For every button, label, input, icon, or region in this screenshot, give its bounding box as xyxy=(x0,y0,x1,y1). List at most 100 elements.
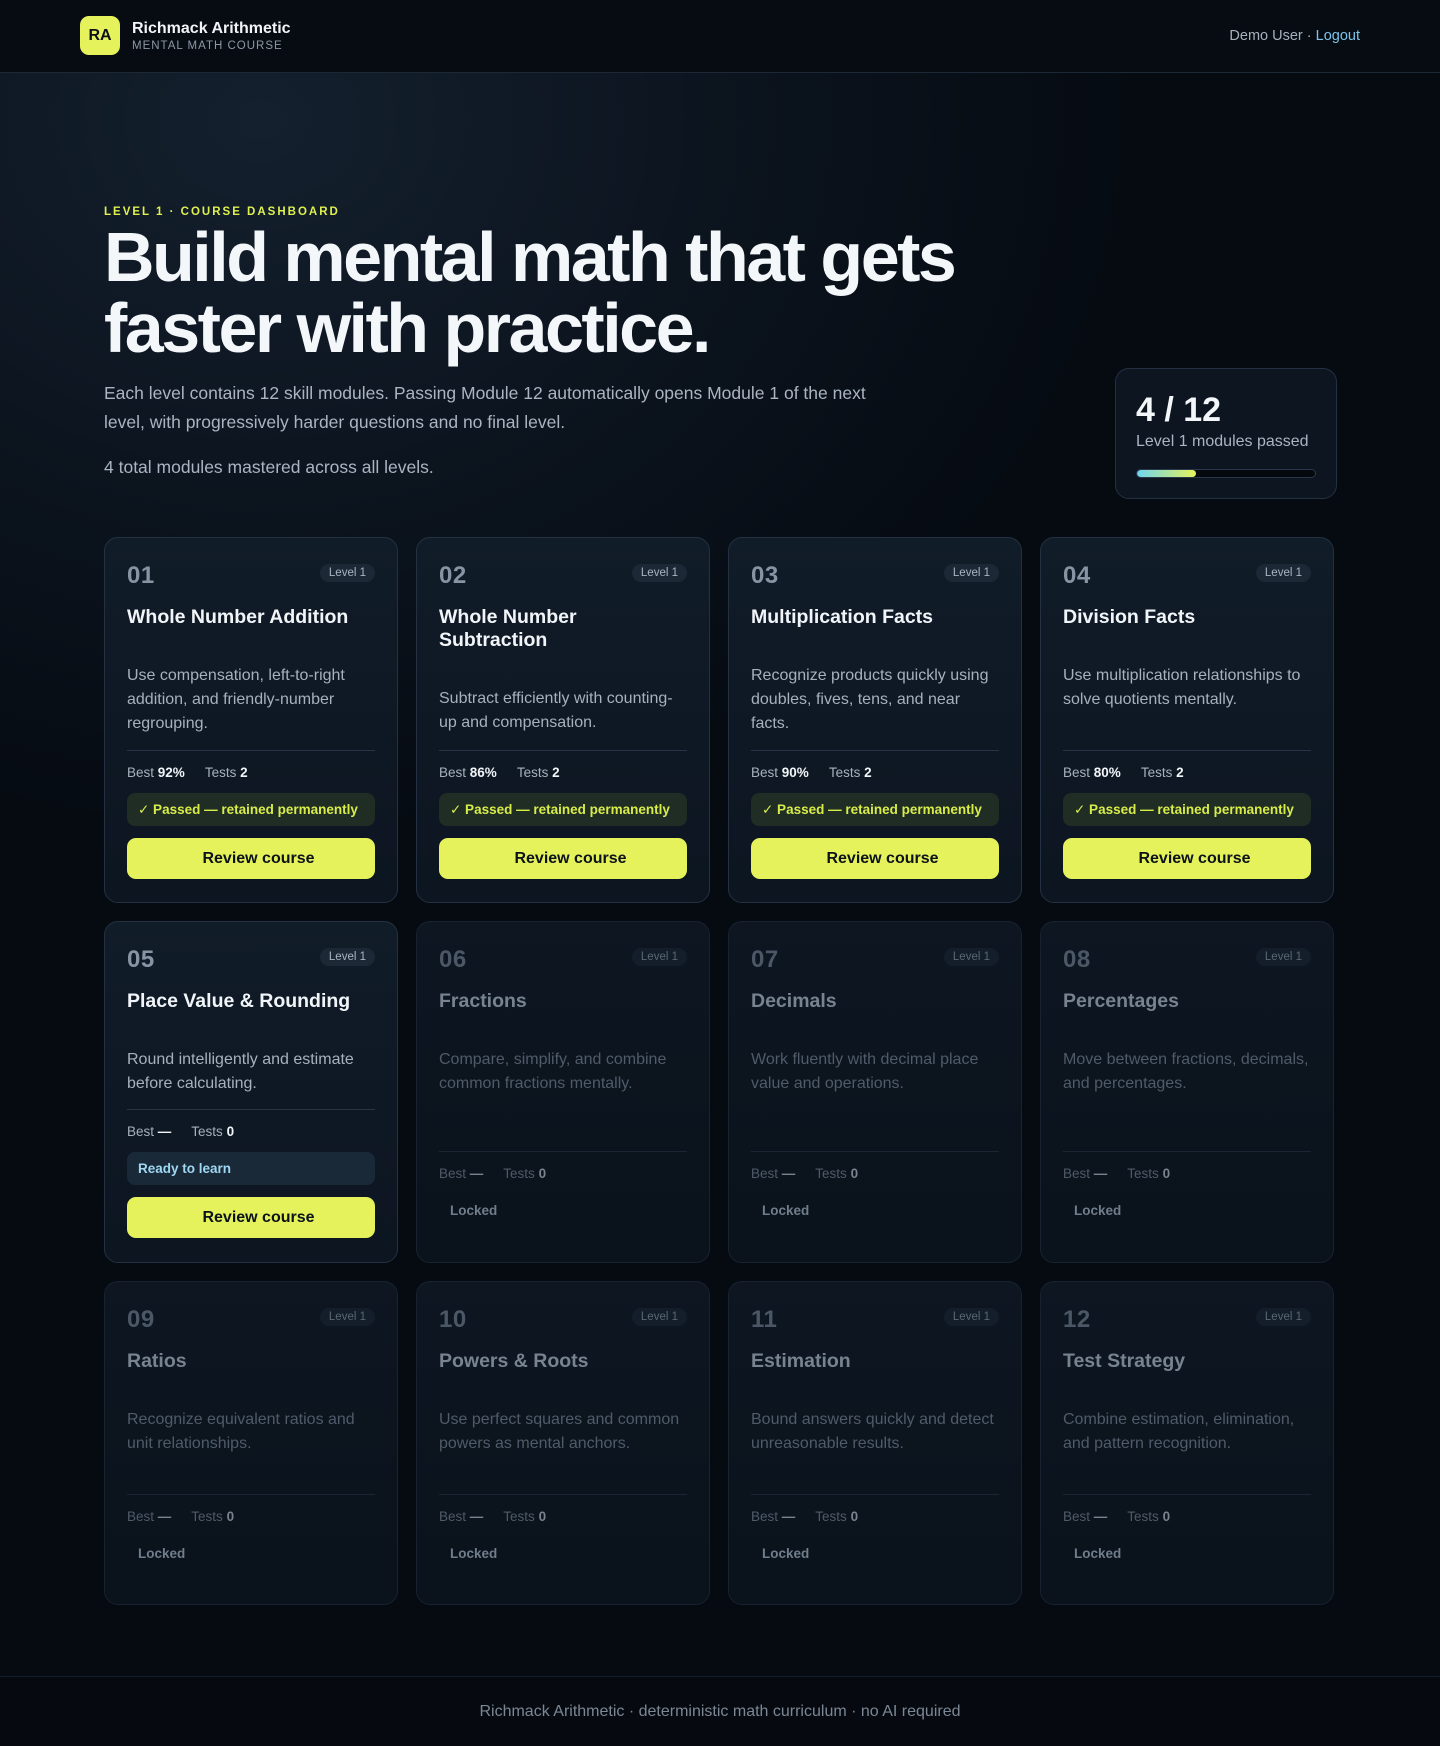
tests-count: 2 xyxy=(864,765,872,780)
logo-badge[interactable]: RA xyxy=(80,16,120,55)
card-divider xyxy=(1063,1494,1311,1495)
module-title: Whole Number Subtraction xyxy=(439,606,577,651)
level-progress-card: 4 / 12 Level 1 modules passed xyxy=(1115,368,1337,499)
review-course-button[interactable]: Review course xyxy=(439,838,687,879)
user-name: Demo User xyxy=(1229,28,1303,44)
module-stats: Best 86% Tests 2 xyxy=(439,765,560,780)
tests-label: Tests xyxy=(503,1509,535,1524)
best-score: 92% xyxy=(157,765,185,780)
module-description: Bound answers quickly and detect unreaso… xyxy=(751,1411,994,1452)
best-score: — xyxy=(1093,1166,1108,1181)
tests-count: 0 xyxy=(538,1166,547,1181)
best-label: Best xyxy=(439,1166,467,1181)
hero-title: Build mental math that gets faster with … xyxy=(104,222,1004,364)
review-course-button[interactable]: Review course xyxy=(751,838,999,879)
tests-count: 0 xyxy=(226,1124,235,1139)
brand-name[interactable]: Richmack Arithmetic xyxy=(132,20,291,38)
module-card-04[interactable]: 04 Level 1 Division Facts Use multiplicatio… xyxy=(1040,537,1334,903)
card-divider xyxy=(751,750,999,751)
progress-track xyxy=(1136,469,1316,478)
module-card-05[interactable]: 05 Level 1 Place Value & Rounding Round int… xyxy=(104,921,398,1263)
level-badge: Level 1 xyxy=(1255,948,1311,966)
level-badge: Level 1 xyxy=(943,948,999,966)
locked-label: Locked xyxy=(138,1546,186,1561)
best-score: — xyxy=(1093,1509,1108,1524)
review-course-button[interactable]: Review course xyxy=(1063,838,1311,879)
module-description: Work fluently with decimal place value a… xyxy=(751,1051,979,1092)
module-number: 03 xyxy=(751,562,779,589)
best-label: Best xyxy=(1063,765,1091,780)
module-description: Use perfect squares and common powers as… xyxy=(439,1411,680,1452)
module-number: 06 xyxy=(439,946,467,973)
module-description: Use multiplication relationships to solv… xyxy=(1063,667,1301,708)
module-number: 05 xyxy=(127,946,155,973)
module-description: Recognize products quickly using doubles… xyxy=(751,667,989,732)
module-description: Subtract efficiently with counting-up an… xyxy=(439,690,673,731)
module-title: Fractions xyxy=(439,990,527,1012)
level-badge: Level 1 xyxy=(1255,564,1311,582)
footer-text: Richmack Arithmetic · deterministic math… xyxy=(479,1703,961,1720)
module-number: 09 xyxy=(127,1306,155,1333)
hero-description: Each level contains 12 skill modules. Pa… xyxy=(104,383,866,432)
module-stats: Best — Tests 0 xyxy=(751,1166,858,1181)
passed-status-badge: ✓ Passed — retained permanently xyxy=(1063,793,1311,826)
best-label: Best xyxy=(127,765,155,780)
module-stats: Best — Tests 0 xyxy=(1063,1166,1170,1181)
card-divider xyxy=(127,1494,375,1495)
module-number: 04 xyxy=(1063,562,1091,589)
locked-label: Locked xyxy=(450,1546,498,1561)
logout-link[interactable]: Logout xyxy=(1316,28,1360,44)
main-content: LEVEL 1 · COURSE DASHBOARD Build mental … xyxy=(0,0,1440,1746)
review-course-button[interactable]: Review course xyxy=(127,838,375,879)
module-title: Place Value & Rounding xyxy=(127,990,351,1012)
best-label: Best xyxy=(751,1509,779,1524)
tests-count: 0 xyxy=(538,1509,547,1524)
module-title: Powers & Roots xyxy=(439,1350,589,1372)
level-badge: Level 1 xyxy=(631,948,687,966)
module-card-03[interactable]: 03 Level 1 Multiplication Facts Recognize p… xyxy=(728,537,1022,903)
review-course-button[interactable]: Review course xyxy=(127,1197,375,1238)
module-card-06: 06 Level 1 Fractions Compare, simplify, and… xyxy=(416,921,710,1263)
module-number: 10 xyxy=(439,1306,467,1333)
module-description: Combine estimation, elimination, and pat… xyxy=(1063,1411,1295,1452)
module-stats: Best — Tests 0 xyxy=(439,1166,546,1181)
module-card-01[interactable]: 01 Level 1 Whole Number Addition Use compen… xyxy=(104,537,398,903)
module-card-07: 07 Level 1 Decimals Work fluently with deci… xyxy=(728,921,1022,1263)
best-label: Best xyxy=(127,1124,155,1139)
level-badge: Level 1 xyxy=(631,564,687,582)
best-score: 90% xyxy=(781,765,809,780)
module-title: Ratios xyxy=(127,1350,187,1372)
tests-label: Tests xyxy=(191,1124,223,1139)
tests-label: Tests xyxy=(191,1509,223,1524)
level-badge: Level 1 xyxy=(319,564,375,582)
module-stats: Best — Tests 0 xyxy=(751,1509,858,1524)
user-separator: · xyxy=(1302,28,1316,44)
tests-label: Tests xyxy=(516,765,549,780)
module-card-02[interactable]: 02 Level 1 Whole Number Subtraction Subtrac… xyxy=(416,537,710,903)
best-score: — xyxy=(469,1166,484,1181)
progress-value: 4 / 12 xyxy=(1136,391,1222,429)
module-title: Multiplication Facts xyxy=(751,606,934,628)
tests-label: Tests xyxy=(1127,1166,1159,1181)
progress-label: Level 1 modules passed xyxy=(1136,433,1309,450)
best-score: — xyxy=(469,1509,484,1524)
tests-label: Tests xyxy=(828,765,861,780)
locked-label: Locked xyxy=(450,1203,498,1218)
module-stats: Best — Tests 0 xyxy=(127,1509,234,1524)
module-stats: Best 80% Tests 2 xyxy=(1063,765,1184,780)
module-title: Percentages xyxy=(1063,990,1179,1012)
progress-fill xyxy=(1137,470,1197,477)
level-badge: Level 1 xyxy=(319,948,375,966)
card-divider xyxy=(1063,1151,1311,1152)
locked-label: Locked xyxy=(762,1203,810,1218)
module-description: Compare, simplify, and combine common fr… xyxy=(439,1051,667,1092)
tests-count: 0 xyxy=(1162,1509,1171,1524)
user-area: Demo User · Logout xyxy=(1229,28,1360,44)
card-divider xyxy=(1063,750,1311,751)
module-card-11: 11 Level 1 Estimation Bound answers quickly… xyxy=(728,1281,1022,1605)
level-badge: Level 1 xyxy=(319,1308,375,1326)
tests-count: 0 xyxy=(226,1509,235,1524)
module-card-09: 09 Level 1 Ratios Recognize equivalent rati… xyxy=(104,1281,398,1605)
module-stats: Best 90% Tests 2 xyxy=(751,765,872,780)
tests-label: Tests xyxy=(1140,765,1173,780)
